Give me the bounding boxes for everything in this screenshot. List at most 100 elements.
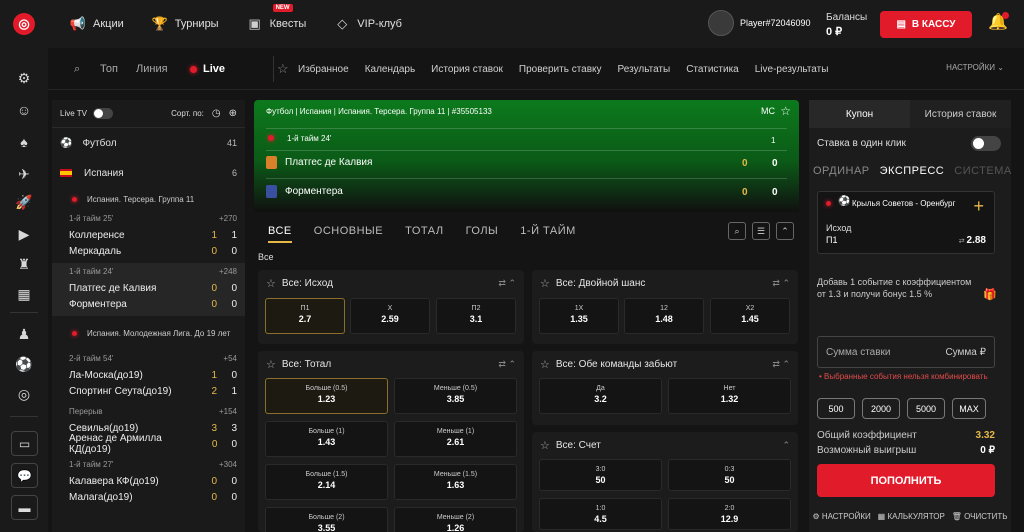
star-icon[interactable]: ☆ (266, 358, 276, 371)
list-item[interactable]: 1-й тайм 25' +270 Коллеренсе 1 1 Меркадаль 0… (52, 210, 245, 263)
one-click-toggle[interactable] (971, 136, 1001, 151)
cards-new-icon[interactable]: ♠ (14, 132, 34, 152)
odd-button[interactable]: 1:0 4.5 (539, 498, 662, 530)
amount-5000-button[interactable]: 5000 (907, 398, 945, 419)
tab-line[interactable]: Линия (136, 48, 168, 90)
odd-button[interactable]: Меньше (0.5) 3.85 (394, 378, 517, 414)
star-icon[interactable]: ☆ (540, 439, 550, 452)
nav-vip[interactable]: ◇ VIP-клуб (334, 16, 402, 32)
settings-link[interactable]: ⚙ НАСТРОЙКИ (812, 512, 870, 521)
odd-button[interactable]: Больше (0.5) 1.23 (265, 378, 388, 414)
logo[interactable]: ◎ (0, 0, 48, 48)
odd-button[interactable]: X2 1.45 (710, 298, 790, 334)
hockey-icon[interactable]: ♟ (14, 324, 34, 344)
tv-icon[interactable]: ▶ (14, 224, 34, 244)
search-icon[interactable]: ⌕ (728, 222, 746, 240)
link-bet-history[interactable]: История ставок (431, 64, 503, 75)
target-icon[interactable]: ◎ (14, 384, 34, 404)
country-row[interactable]: Испания 6 (52, 158, 245, 188)
odd-button[interactable]: 0:3 50 (668, 459, 791, 491)
live-tv-toggle[interactable] (92, 108, 113, 119)
odd-button[interactable]: 12 1.48 (624, 298, 704, 334)
user-profile[interactable]: Player#72046090 (708, 10, 811, 36)
amount-max-button[interactable]: MAX (952, 398, 986, 419)
tab-live[interactable]: Live (190, 48, 225, 90)
collapse-icon[interactable]: ⇄ ⌃ (772, 278, 790, 289)
tab-all[interactable]: ВСЕ (268, 225, 292, 243)
list-icon[interactable]: ☰ (752, 222, 770, 240)
calculator-link[interactable]: ▦ КАЛЬКУЛЯТОР (878, 512, 945, 521)
globe-icon[interactable]: ⊕ (229, 108, 237, 119)
odd-button[interactable]: 2:0 12.9 (668, 498, 791, 530)
odd-button[interactable]: Больше (1.5) 2.14 (265, 464, 388, 500)
tab-first-half[interactable]: 1-Й ТАЙМ (520, 225, 576, 243)
clear-link[interactable]: 🗑 ОЧИСТИТЬ (952, 512, 1008, 521)
collapse-icon[interactable]: ⌃ (782, 440, 790, 451)
user-icon[interactable]: ☺ (14, 100, 34, 120)
tab-total[interactable]: ТОТАЛ (405, 225, 443, 243)
sport-row[interactable]: ⚽ Футбол 41 (52, 128, 245, 158)
list-item[interactable]: 1-й тайм 24' +248 Платгес де Калвия 0 0 Фор… (52, 263, 245, 316)
football-icon[interactable]: ⚽ (14, 354, 34, 374)
odd-button[interactable]: Нет 1.32 (668, 378, 791, 414)
bet-item[interactable]: ⚽ Крылья Советов - Оренбург + Исход П1 ⇄… (817, 191, 995, 254)
tab-bet-history[interactable]: История ставок (910, 100, 1011, 128)
chat-icon[interactable]: 💬 (11, 463, 38, 488)
list-item[interactable]: 1-й тайм 27' +304 Калавера КФ(до19) 0 0 Мал… (52, 456, 245, 509)
odd-button[interactable]: Больше (1) 1.43 (265, 421, 388, 457)
collapse-icon[interactable]: ⇄ ⌃ (772, 359, 790, 370)
gift-icon[interactable]: 🎁 (983, 288, 997, 301)
list-item[interactable]: Перерыв +154 Севилья(до19) 3 3 Аренас де Ар… (52, 403, 245, 456)
window-icon[interactable]: ▬ (11, 495, 38, 520)
amount-2000-button[interactable]: 2000 (862, 398, 900, 419)
settings-dropdown[interactable]: НАСТРОЙКИ ⌄ (946, 63, 1004, 72)
sports-icon[interactable]: ⚙ (14, 68, 34, 88)
odd-button[interactable]: П1 2.7 (265, 298, 345, 334)
notifications-button[interactable]: 🔔 (988, 12, 1009, 34)
star-icon[interactable]: ☆ (540, 277, 550, 290)
star-icon[interactable]: ☆ (277, 48, 289, 90)
odd-button[interactable]: Да 3.2 (539, 378, 662, 414)
tab-goals[interactable]: ГОЛЫ (466, 225, 499, 243)
link-results[interactable]: Результаты (618, 64, 671, 75)
odd-button[interactable]: Меньше (1.5) 1.63 (394, 464, 517, 500)
nav-tournaments[interactable]: 🏆 Турниры (152, 16, 219, 32)
search-icon[interactable]: ⌕ (74, 48, 80, 90)
star-icon[interactable]: ☆ (266, 277, 276, 290)
link-check-bet[interactable]: Проверить ставку (519, 64, 602, 75)
collapse-icon[interactable]: ⇄ ⌃ (498, 359, 516, 370)
tower-icon[interactable]: ♜ (14, 254, 34, 274)
bingo-icon[interactable]: ▦ (14, 284, 34, 304)
link-favorites[interactable]: Избранное (298, 64, 349, 75)
tab-main[interactable]: ОСНОВНЫЕ (314, 225, 383, 243)
tab-system[interactable]: СИСТЕМА (954, 165, 1012, 177)
collapse-icon[interactable]: ⇄ ⌃ (498, 278, 516, 289)
stake-input[interactable]: Сумма ставки Сумма ₽ (817, 336, 995, 368)
favorite-star-icon[interactable]: ☆ (780, 104, 791, 118)
nav-promotions[interactable]: 📢 Акции (70, 16, 124, 32)
cashier-button[interactable]: ▤ В КАССУ (880, 11, 972, 38)
balance[interactable]: Балансы 0 ₽ (826, 10, 867, 40)
tab-single[interactable]: ОРДИНАР (813, 165, 870, 177)
star-icon[interactable]: ☆ (540, 358, 550, 371)
league-row[interactable]: Испания. Терсера. Группа 11 (52, 188, 245, 210)
odd-button[interactable]: Больше (2) 3.55 (265, 507, 388, 532)
id-card-icon[interactable]: ▭ (11, 431, 38, 456)
clock-icon[interactable]: ◷ (212, 108, 221, 119)
odd-button[interactable]: 3:0 50 (539, 459, 662, 491)
plane-icon[interactable]: ✈ (14, 164, 34, 184)
link-live-results[interactable]: Live-результаты (755, 64, 829, 75)
odd-button[interactable]: Х 2.59 (350, 298, 430, 334)
add-icon[interactable]: + (973, 196, 984, 217)
tab-coupon[interactable]: Купон (809, 100, 910, 128)
odd-button[interactable]: П2 3.1 (436, 298, 516, 334)
amount-500-button[interactable]: 500 (817, 398, 855, 419)
list-item[interactable]: 2-й тайм 54' +54 Ла-Моска(до19) 1 0 Спортин… (52, 350, 245, 403)
link-statistics[interactable]: Статистика (686, 64, 739, 75)
rocket-icon[interactable]: 🚀 (14, 192, 34, 212)
league-row[interactable]: Испания. Молодежная Лига. До 19 лет (52, 316, 245, 350)
deposit-button[interactable]: ПОПОЛНИТЬ (817, 464, 995, 497)
mc-badge[interactable]: MC (761, 106, 775, 116)
odd-button[interactable]: Меньше (1) 2.61 (394, 421, 517, 457)
tab-top[interactable]: Топ (100, 48, 118, 90)
